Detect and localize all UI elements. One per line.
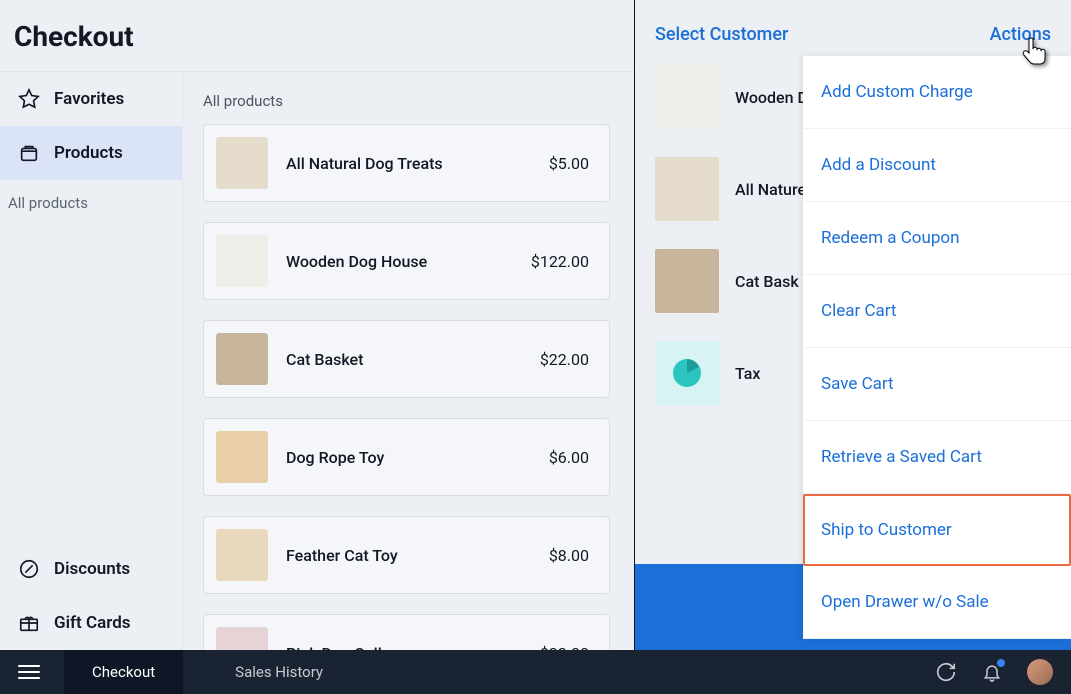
cursor-hand-icon	[1021, 36, 1049, 74]
actions-menu-item[interactable]: Ship to Customer	[803, 494, 1071, 566]
sidebar-item-label: Favorites	[54, 89, 124, 109]
sync-icon[interactable]	[935, 661, 957, 683]
product-price: $6.00	[549, 448, 589, 467]
product-list-heading: All products	[203, 92, 610, 110]
bell-icon[interactable]	[981, 661, 1003, 683]
product-card[interactable]: Wooden Dog House $122.00	[203, 222, 610, 300]
product-thumbnail	[216, 235, 268, 287]
sidebar-item-discounts[interactable]: Discounts	[0, 542, 182, 596]
tab-sales-history[interactable]: Sales History	[207, 650, 351, 694]
product-card[interactable]: Dog Rope Toy $6.00	[203, 418, 610, 496]
products-icon	[18, 142, 40, 164]
sidebar-item-products[interactable]: Products	[0, 126, 182, 180]
sidebar-item-label: Discounts	[54, 559, 130, 579]
sidebar-sub-all-products[interactable]: All products	[0, 180, 182, 226]
product-name: Wooden Dog House	[286, 252, 513, 271]
select-customer-link[interactable]: Select Customer	[655, 24, 788, 45]
actions-menu-item[interactable]: Retrieve a Saved Cart	[803, 421, 1071, 494]
product-card[interactable]: All Natural Dog Treats $5.00	[203, 124, 610, 202]
product-card[interactable]: Pink Dog Collar$22.00	[203, 614, 610, 650]
bottom-bar: Checkout Sales History	[0, 650, 1071, 694]
actions-menu: Add Custom ChargeAdd a DiscountRedeem a …	[803, 56, 1071, 639]
cart-panel: Select Customer Actions Wooden DAll Natu…	[635, 0, 1071, 650]
tab-checkout[interactable]: Checkout	[64, 650, 183, 694]
pie-icon	[655, 341, 719, 405]
sidebar-item-label: Products	[54, 143, 123, 163]
product-thumbnail	[216, 627, 268, 650]
cart-thumbnail	[655, 157, 719, 221]
product-card[interactable]: Feather Cat Toy $8.00	[203, 516, 610, 594]
cart-item-name: Wooden D	[735, 88, 808, 107]
sidebar-item-label: Gift Cards	[54, 613, 131, 633]
product-thumbnail	[216, 137, 268, 189]
product-thumbnail	[216, 529, 268, 581]
cart-item-name: All Nature	[735, 180, 806, 199]
actions-menu-item[interactable]: Redeem a Coupon	[803, 202, 1071, 275]
page-title: Checkout	[0, 0, 634, 72]
menu-icon[interactable]	[18, 665, 40, 679]
actions-menu-item[interactable]: Open Drawer w/o Sale	[803, 566, 1071, 639]
cart-thumbnail	[655, 249, 719, 313]
sidebar-item-favorites[interactable]: Favorites	[0, 72, 182, 126]
sidebar: Favorites Products All products Discount…	[0, 72, 182, 650]
cart-thumbnail	[655, 65, 719, 129]
product-name: Cat Basket	[286, 350, 522, 369]
product-name: Feather Cat Toy	[286, 546, 531, 565]
product-price: $5.00	[549, 154, 589, 173]
star-icon	[18, 88, 40, 110]
actions-menu-item[interactable]: Add a Discount	[803, 129, 1071, 202]
product-price: $22.00	[540, 350, 589, 369]
actions-menu-item[interactable]: Clear Cart	[803, 275, 1071, 348]
avatar[interactable]	[1027, 659, 1053, 685]
product-name: Dog Rope Toy	[286, 448, 531, 467]
sidebar-spacer	[0, 226, 182, 542]
product-name: All Natural Dog Treats	[286, 154, 531, 173]
product-price: $122.00	[531, 252, 589, 271]
product-price: $8.00	[549, 546, 589, 565]
gift-icon	[18, 612, 40, 634]
product-card[interactable]: Cat Basket $22.00	[203, 320, 610, 398]
actions-menu-item[interactable]: Save Cart	[803, 348, 1071, 421]
tax-label: Tax	[735, 364, 760, 383]
cart-item-name: Cat Bask	[735, 272, 799, 291]
product-thumbnail	[216, 431, 268, 483]
percent-icon	[18, 558, 40, 580]
product-thumbnail	[216, 333, 268, 385]
product-list: All products All Natural Dog Treats $5.00…	[182, 72, 634, 650]
sidebar-item-gift-cards[interactable]: Gift Cards	[0, 596, 182, 650]
